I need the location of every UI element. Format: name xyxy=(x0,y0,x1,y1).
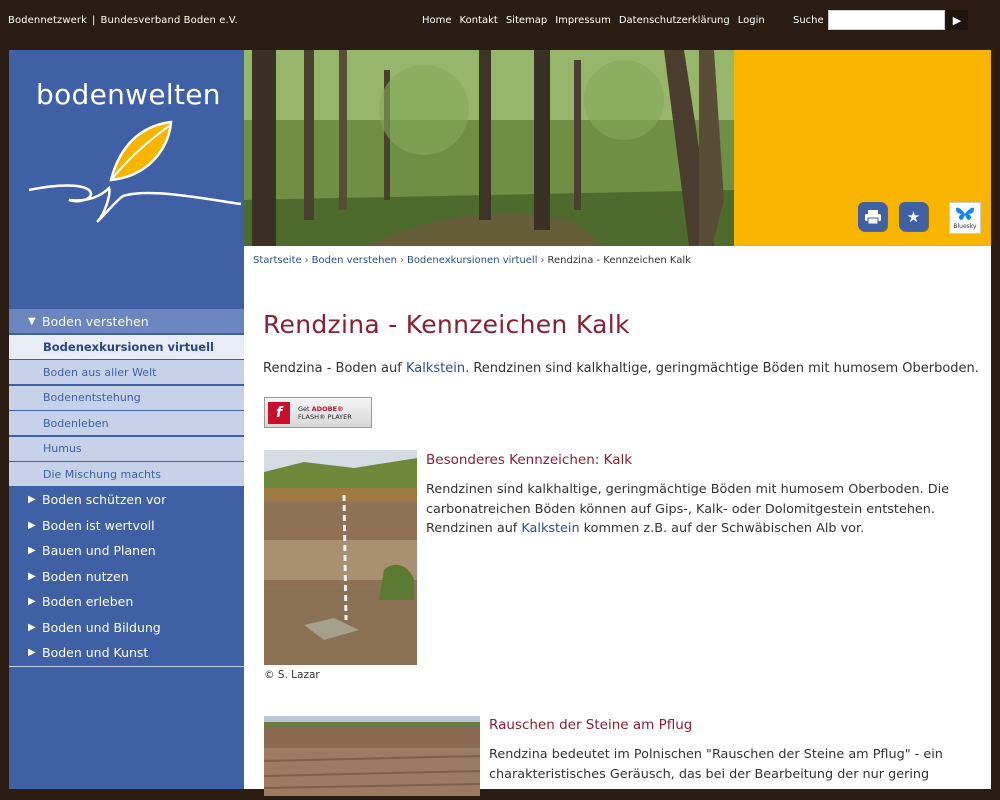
bluesky-share-button[interactable]: Bluesky xyxy=(949,202,981,234)
field-photo xyxy=(263,716,481,796)
flash-icon: f xyxy=(268,401,290,424)
chevron-right-icon: ▶ xyxy=(28,570,36,582)
logo-wordmark[interactable]: bodenwelten xyxy=(36,78,221,111)
search-input[interactable] xyxy=(828,10,945,30)
flash-line1-brand: ADOBE® xyxy=(311,404,344,413)
nav-kontakt[interactable]: Kontakt xyxy=(460,15,498,26)
intro-paragraph: Rendzina - Boden auf Kalkstein. Rendzine… xyxy=(263,361,979,376)
sidebar-item-bauen[interactable]: ▶ Bauen und Planen xyxy=(9,538,244,563)
star-icon: ★ xyxy=(906,207,921,226)
flash-line2: FLASH® PLAYER xyxy=(298,412,352,421)
intro-text: Rendzina - Boden auf xyxy=(263,361,406,376)
forest-illustration xyxy=(244,50,734,246)
print-button[interactable] xyxy=(858,202,887,231)
sidebar-item-label: Boden ist wertvoll xyxy=(42,517,155,533)
sidebar-item-label: Bauen und Planen xyxy=(42,543,156,558)
butterfly-icon xyxy=(956,207,974,220)
print-icon xyxy=(864,209,881,224)
search-button[interactable]: ▶ xyxy=(946,10,968,30)
section-text-part2: kommen z.B. auf der Schwäbischen Alb vor… xyxy=(579,521,865,536)
link-kalkstein-2[interactable]: Kalkstein xyxy=(521,521,579,536)
section-text-kalk: Rendzinen sind kalkhaltige, geringmächti… xyxy=(426,480,966,539)
field-illustration xyxy=(263,716,481,796)
sidebar-item-bildung[interactable]: ▶ Boden und Bildung xyxy=(9,615,244,639)
breadcrumb-boden-verstehen[interactable]: Boden verstehen xyxy=(312,255,397,266)
sidebar-menu: ▼ Boden verstehen Bodenexkursionen virtue… xyxy=(9,309,244,667)
sidebar-sub-bodenentstehung[interactable]: Bodenentstehung xyxy=(9,385,244,410)
nav-home[interactable]: Home xyxy=(422,15,452,26)
nav-login[interactable]: Login xyxy=(738,15,765,26)
brand-text: Bodennetzwerk | Bundesverband Boden e.V. xyxy=(8,15,238,26)
brand-link-bundesverband[interactable]: Bundesverband Boden e.V. xyxy=(101,15,238,26)
soil-profile-photo xyxy=(264,450,417,665)
main-content: Startseite › Boden verstehen › Bodenexkursio… xyxy=(244,246,991,796)
breadcrumb-current: Rendzina - Kennzeichen Kalk xyxy=(547,255,691,266)
chevron-right-icon: ▶ xyxy=(28,494,36,505)
search-label: Suche xyxy=(793,15,824,26)
page-title: Rendzina - Kennzeichen Kalk xyxy=(263,310,630,339)
flash-label: Get ADOBE® FLASH® PLAYER xyxy=(298,405,352,421)
sidebar-item-label: Boden schützen vor xyxy=(42,492,167,507)
sidebar-item-kunst[interactable]: ▶ Boden und Kunst xyxy=(9,640,244,665)
top-bar: Bodennetzwerk | Bundesverband Boden e.V. H… xyxy=(0,0,1000,44)
flash-line1-prefix: Get xyxy=(298,404,312,413)
sidebar-item-schuetzen[interactable]: ▶ Boden schützen vor xyxy=(9,487,244,512)
breadcrumb-separator: › xyxy=(399,255,404,266)
menu-divider xyxy=(9,666,244,667)
bluesky-label: Bluesky xyxy=(953,223,977,230)
sidebar-item-nutzen[interactable]: ▶ Boden nutzen xyxy=(9,564,244,588)
top-nav: Home Kontakt Sitemap Impressum Datenschu… xyxy=(422,15,765,26)
chevron-right-icon: ▶ xyxy=(28,647,36,658)
sidebar-item-label: Boden nutzen xyxy=(42,568,129,584)
chevron-right-icon: ▶ xyxy=(28,621,36,633)
sidebar-item-label: Boden erleben xyxy=(42,594,134,609)
sidebar-sub-mischung[interactable]: Die Mischung machts xyxy=(9,462,244,486)
sidebar-item-label: Boden und Kunst xyxy=(42,645,149,660)
breadcrumb-startseite[interactable]: Startseite xyxy=(253,255,302,266)
chevron-right-icon: ▶ xyxy=(28,519,36,531)
sidebar-item-erleben[interactable]: ▶ Boden erleben xyxy=(9,589,244,614)
leaf-logo-icon xyxy=(28,120,242,223)
sidebar-item-boden-verstehen[interactable]: ▼ Boden verstehen xyxy=(9,309,244,333)
breadcrumb-bodenexkursionen[interactable]: Bodenexkursionen virtuell xyxy=(407,255,538,266)
section-heading-rauschen: Rauschen der Steine am Pflug xyxy=(489,717,693,733)
header-banner: ★ Bluesky xyxy=(244,50,991,246)
nav-impressum[interactable]: Impressum xyxy=(555,15,611,26)
sidebar-item-wertvoll[interactable]: ▶ Boden ist wertvoll xyxy=(9,513,244,537)
sidebar-sub-humus[interactable]: Humus xyxy=(9,436,244,461)
soil-profile-illustration xyxy=(264,450,417,665)
breadcrumb-separator: › xyxy=(540,255,545,266)
chevron-right-icon: ▶ xyxy=(28,545,36,556)
nav-sitemap[interactable]: Sitemap xyxy=(506,15,547,26)
sidebar-sub-aller-welt[interactable]: Boden aus aller Welt xyxy=(9,360,244,384)
section-text-rauschen: Rendzina bedeutet im Polnischen "Rausche… xyxy=(489,747,943,782)
link-kalkstein[interactable]: Kalkstein xyxy=(406,361,465,376)
forest-banner-image xyxy=(244,50,734,246)
sidebar-sub-bodenleben[interactable]: Bodenleben xyxy=(9,411,244,435)
sidebar-item-label: Boden verstehen xyxy=(42,313,149,329)
sidebar-sub-bodenexkursionen[interactable]: Bodenexkursionen virtuell xyxy=(9,334,244,359)
brand-link-bodennetzwerk[interactable]: Bodennetzwerk xyxy=(8,15,87,26)
nav-datenschutz[interactable]: Datenschutzerklärung xyxy=(619,15,730,26)
intro-text-rest: . Rendzinen sind kalkhaltige, geringmäch… xyxy=(465,361,979,376)
sidebar: bodenwelten ▼ Boden verstehen Bodenexkurs… xyxy=(9,50,244,789)
photo-credit: © S. Lazar xyxy=(264,669,320,681)
brand-separator: | xyxy=(92,15,96,26)
breadcrumb: Startseite › Boden verstehen › Bodenexkursio… xyxy=(253,255,691,266)
breadcrumb-separator: › xyxy=(304,255,309,266)
section-heading-kalk: Besonderes Kennzeichen: Kalk xyxy=(426,452,633,468)
chevron-down-icon: ▼ xyxy=(28,315,36,327)
bookmark-button[interactable]: ★ xyxy=(899,202,928,231)
get-flash-player-button[interactable]: f Get ADOBE® FLASH® PLAYER xyxy=(264,397,372,428)
chevron-right-icon: ▶ xyxy=(28,596,36,607)
sidebar-item-label: Boden und Bildung xyxy=(42,619,161,635)
